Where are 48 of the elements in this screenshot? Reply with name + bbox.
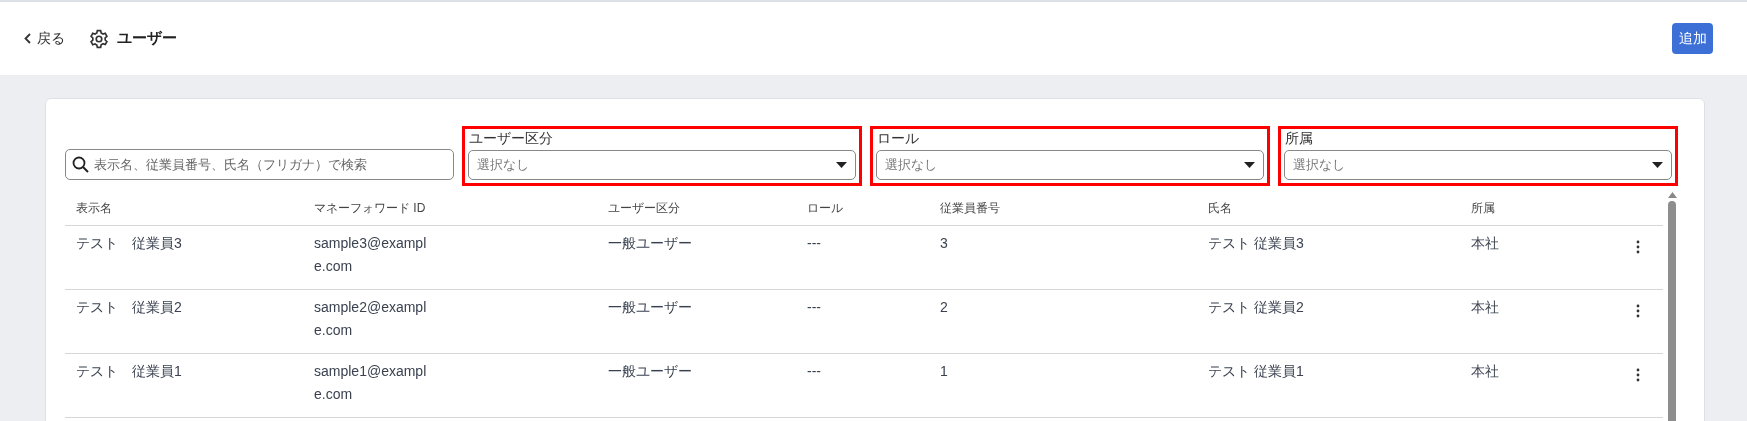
add-button[interactable]: 追加 xyxy=(1672,23,1713,54)
more-icon[interactable] xyxy=(1636,368,1641,382)
table-cell-text: 本社 xyxy=(1471,234,1500,253)
back-link[interactable]: 戻る xyxy=(24,29,65,48)
more-icon[interactable] xyxy=(1636,240,1641,254)
filter-label: ユーザー区分 xyxy=(469,130,554,148)
table-cell-text: sample3@example.com xyxy=(314,234,428,276)
back-chevron-icon xyxy=(24,33,31,44)
dropdown[interactable]: 選択なし xyxy=(876,150,1264,180)
scroll-up-icon[interactable] xyxy=(1667,192,1677,198)
column-header: ユーザー区分 xyxy=(608,200,681,217)
table-cell-text: テスト 従業員1 xyxy=(76,362,183,381)
table-cell-text: 3 xyxy=(940,234,949,253)
column-header: ロール xyxy=(807,200,844,217)
filter-label: 所属 xyxy=(1285,130,1314,148)
table-cell-text: 本社 xyxy=(1471,362,1500,381)
more-icon[interactable] xyxy=(1636,304,1641,318)
table-cell-text: --- xyxy=(807,234,822,253)
column-header: マネーフォワード ID xyxy=(314,200,427,217)
table-cell-text: テスト 従業員2 xyxy=(76,298,183,317)
page-title: ユーザー xyxy=(117,29,177,48)
table-cell-text: sample1@example.com xyxy=(314,362,428,404)
table-cell-text: テスト 従業員1 xyxy=(1208,362,1305,381)
table-cell-text: sample2@example.com xyxy=(314,298,428,340)
table-cell-text: --- xyxy=(807,362,822,381)
table-cell-text: テスト 従業員3 xyxy=(1208,234,1305,253)
table-cell-text: テスト 従業員3 xyxy=(76,234,183,253)
dropdown[interactable]: 選択なし xyxy=(468,150,856,180)
table-cell-text: 一般ユーザー xyxy=(608,298,693,317)
table-cell-text: 一般ユーザー xyxy=(608,362,693,381)
table-cell-text: 1 xyxy=(940,362,949,381)
column-header: 氏名 xyxy=(1208,200,1233,217)
column-header: 従業員番号 xyxy=(940,200,1001,217)
search-field[interactable]: 表示名、従業員番号、氏名（フリガナ）で検索 xyxy=(65,149,454,180)
table-cell-text: テスト 従業員2 xyxy=(1208,298,1305,317)
caret-icon xyxy=(1244,162,1255,168)
column-header: 表示名 xyxy=(76,200,113,217)
table-cell-text: 2 xyxy=(940,298,949,317)
column-header: 所属 xyxy=(1471,200,1496,217)
dropdown[interactable]: 選択なし xyxy=(1284,150,1672,180)
filter-label: ロール xyxy=(877,130,920,148)
table-cell-text: --- xyxy=(807,298,822,317)
scrollbar-thumb[interactable] xyxy=(1668,201,1676,421)
gear-icon xyxy=(89,28,109,49)
table-cell-text: 本社 xyxy=(1471,298,1500,317)
table-cell-text: 一般ユーザー xyxy=(608,234,693,253)
caret-icon xyxy=(1652,162,1663,168)
caret-icon xyxy=(836,162,847,168)
